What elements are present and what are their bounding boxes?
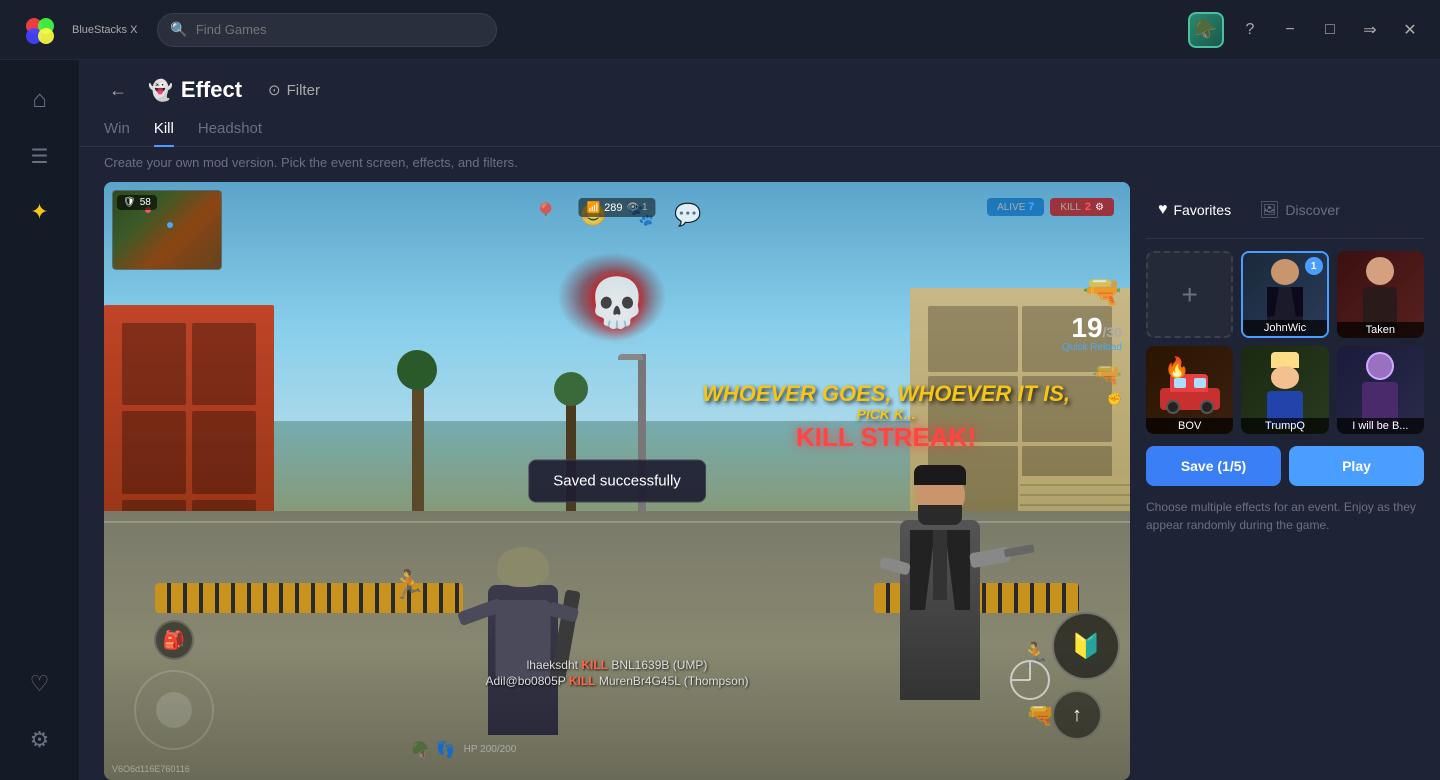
plus-icon: +: [1181, 279, 1197, 311]
skull-effect: 💀: [577, 262, 657, 342]
crosshair: [1010, 660, 1050, 700]
effect-bov[interactable]: 🔥 BOV: [1146, 346, 1233, 433]
hp-text: HP 200/200: [464, 744, 925, 755]
chat-icon: 💬: [674, 202, 701, 228]
center-signal: 📶289👁 1: [578, 198, 655, 217]
app-brand: BlueStacks X: [72, 24, 137, 36]
joystick-inner[interactable]: [156, 692, 192, 728]
hp-icons: 🪖👣: [412, 740, 456, 760]
score-badge: 🛡58: [117, 195, 157, 210]
joystick-outer[interactable]: [134, 670, 214, 750]
close-button[interactable]: ✕: [1396, 16, 1424, 44]
iwillbe-label: I will be B...: [1337, 418, 1424, 434]
favorites-heart-icon: ♥: [1158, 201, 1168, 219]
game-preview: 💀 WHOEVER GOES, WHOEVER IT IS, PICK K...…: [104, 182, 1130, 780]
titlebar: BlueStacks X 🔍 🪖 ? − □ ⇒ ✕: [0, 0, 1440, 60]
effect-iwillbe[interactable]: I will be B...: [1337, 346, 1424, 433]
tab-discover[interactable]: 🖼 Discover: [1247, 194, 1352, 226]
main-layout: ⌂ ☰ ✦ ♡ ⚙ ← 👻 Effect ⊙ Filter Win Kill H…: [0, 60, 1440, 780]
back-button[interactable]: ←: [104, 76, 132, 104]
tab-headshot[interactable]: Headshot: [198, 112, 262, 147]
minimap: 🛡58: [112, 190, 222, 270]
inventory-button[interactable]: 🎒: [154, 620, 194, 660]
kill-feed-1: lhaeksdht KILL BNL1639B (UMP): [486, 658, 749, 672]
sidebar-item-effects[interactable]: ✦: [16, 188, 64, 236]
john-wick-character: [870, 440, 1010, 700]
run-icon: 🏃: [391, 568, 426, 601]
save-button[interactable]: Save (1/5): [1146, 446, 1281, 486]
sidebar-item-settings[interactable]: ⚙: [16, 716, 64, 764]
play-button[interactable]: Play: [1289, 446, 1424, 486]
minimap-player-dot: [167, 222, 173, 228]
sidebar-item-favorites[interactable]: ♡: [16, 660, 64, 708]
search-icon: 🔍: [170, 21, 187, 38]
event-tabs: Win Kill Headshot: [80, 112, 1440, 147]
page-header: ← 👻 Effect ⊙ Filter: [80, 60, 1440, 112]
help-button[interactable]: ?: [1236, 16, 1264, 44]
add-effect-button[interactable]: +: [1146, 251, 1233, 338]
tab-favorites[interactable]: ♥ Favorites: [1146, 195, 1243, 225]
filter-icon: ⊙: [268, 81, 281, 99]
panel-tabs: ♥ Favorites 🖼 Discover: [1146, 182, 1424, 239]
tab-description: Create your own mod version. Pick the ev…: [80, 147, 1440, 182]
page-title-container: 👻 Effect: [148, 77, 242, 103]
bottom-code: V6O6d116E760116: [112, 764, 190, 774]
action-buttons: 🔰 ↑: [1052, 612, 1120, 740]
ammo-display: 🔫 19/30 Quick Reload 🔫 ✊: [1062, 272, 1122, 406]
alive-kill-stats: ALIVE 7 KILL 2 ⚙: [987, 198, 1114, 216]
effect-taken[interactable]: Taken: [1337, 251, 1424, 338]
search-input[interactable]: [196, 22, 485, 37]
kill-feed: lhaeksdht KILL BNL1639B (UMP) Adil@bo080…: [486, 658, 749, 690]
jump-button[interactable]: ↑: [1052, 690, 1102, 740]
player-character: [473, 535, 573, 735]
right-panel: ♥ Favorites 🖼 Discover +: [1130, 182, 1440, 780]
sidebar-item-home[interactable]: ⌂: [16, 76, 64, 124]
trumpq-label: TrumpQ: [1241, 418, 1328, 434]
page-title-icon: 👻: [148, 78, 173, 103]
game-hud-top: 🛡58 📍 😊 🐾 💬: [112, 190, 1122, 270]
whoever-text: WHOEVER GOES, WHOEVER IT IS,: [702, 382, 1070, 406]
saved-notification: Saved successfully: [528, 460, 706, 503]
app-logo: [16, 6, 64, 54]
content-area: ← 👻 Effect ⊙ Filter Win Kill Headshot Cr…: [80, 60, 1440, 780]
maximize-button[interactable]: □: [1316, 16, 1344, 44]
joystick[interactable]: [134, 670, 214, 750]
panel-actions: Save (1/5) Play: [1146, 446, 1424, 486]
effect-johnwick[interactable]: JohnWic 1: [1241, 251, 1328, 338]
game-background: 💀 WHOEVER GOES, WHOEVER IT IS, PICK K...…: [104, 182, 1130, 780]
minimize-button[interactable]: −: [1276, 16, 1304, 44]
johnwick-label: JohnWic: [1243, 320, 1326, 336]
sidebar-item-library[interactable]: ☰: [16, 132, 64, 180]
johnwick-badge: 1: [1305, 257, 1323, 275]
bov-label: BOV: [1146, 418, 1233, 434]
effect-grid: +: [1146, 251, 1424, 434]
kill-feed-2: Adil@bo0805P KILL MurenBr4G45L (Thompson…: [486, 674, 749, 688]
hp-bar: 🪖👣 HP 200/200: [412, 740, 925, 760]
search-bar[interactable]: 🔍: [157, 13, 497, 47]
panel-description: Choose multiple effects for an event. En…: [1146, 498, 1424, 534]
prone-icon[interactable]: 🔫: [1025, 701, 1055, 730]
filter-label: Filter: [287, 82, 320, 99]
avatar[interactable]: 🪖: [1188, 12, 1224, 48]
titlebar-controls: 🪖 ? − □ ⇒ ✕: [1188, 12, 1424, 48]
effect-trumpq[interactable]: TrumpQ: [1241, 346, 1328, 433]
taken-label: Taken: [1337, 322, 1424, 338]
forward-button[interactable]: ⇒: [1356, 16, 1384, 44]
discover-icon: 🖼: [1259, 200, 1279, 220]
page-title: Effect: [181, 77, 242, 103]
shoot-button[interactable]: 🔰: [1052, 612, 1120, 680]
tab-win[interactable]: Win: [104, 112, 130, 147]
map-icon: 📍: [532, 202, 559, 228]
content-body: 💀 WHOEVER GOES, WHOEVER IT IS, PICK K...…: [80, 182, 1440, 780]
tab-kill[interactable]: Kill: [154, 112, 174, 147]
filter-button[interactable]: ⊙ Filter: [258, 77, 330, 103]
sidebar: ⌂ ☰ ✦ ♡ ⚙: [0, 60, 80, 780]
